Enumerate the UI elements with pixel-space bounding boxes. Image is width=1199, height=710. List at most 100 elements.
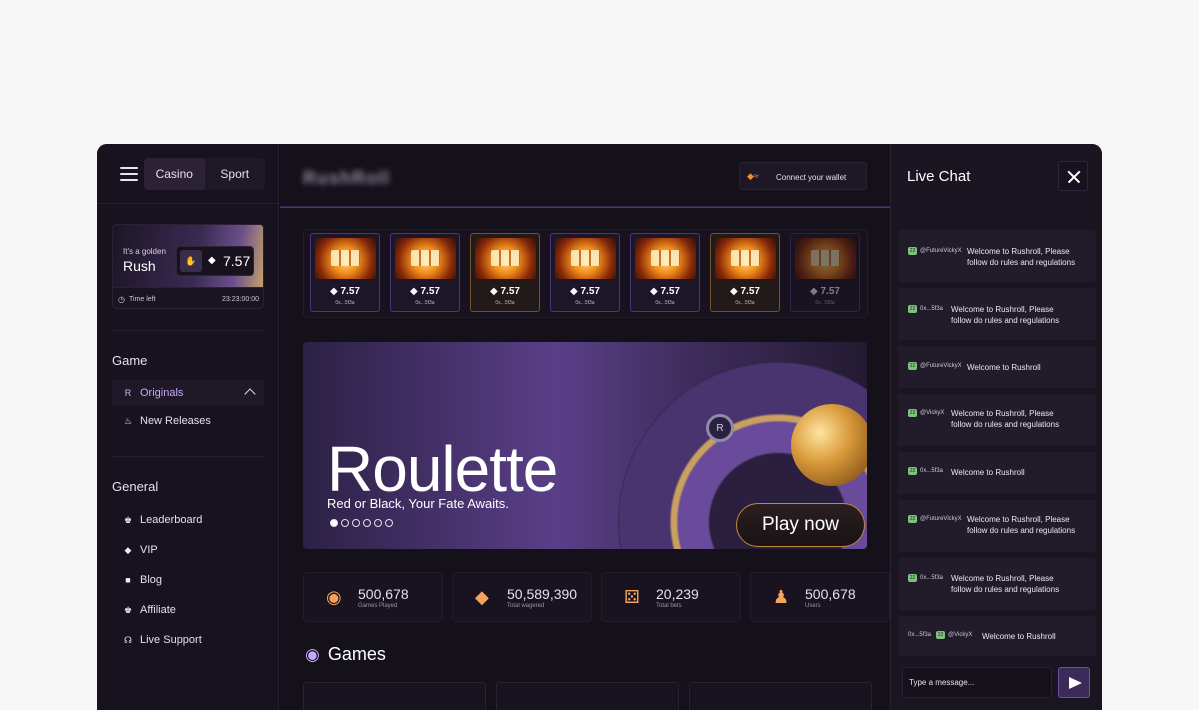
tab-sport[interactable]: Sport [205,158,266,190]
chat-message: 22 @FutureVickyX Welcome to Rushroll, Pl… [898,230,1096,282]
chat-username: @VickyX [920,410,945,416]
win-address: 0x...5f3a [335,300,355,306]
golden-rush-promo[interactable]: It's a golden Rush ✋ ◆ 7.57 ◷ Time left … [112,224,264,309]
game-card[interactable] [303,682,486,710]
promo-value: 7.57 [223,253,251,269]
time-left-value: 23:23:00:00 [222,296,259,303]
diamond-icon: ◆ [208,255,216,266]
clock-icon: ◷ [118,295,125,304]
play-now-button[interactable]: Play now [736,503,865,547]
sidebar-header: Casino Sport [97,144,278,204]
chat-username: 0x...5f3a [920,306,944,312]
live-chat-panel: Live Chat 22 @FutureVickyX Welcome to Ru… [890,144,1102,710]
win-value: ◆ 7.57 [490,286,520,297]
stat-card-total-wagered: ◆ 50,589,390 Total wagered [452,572,592,622]
connect-wallet-button[interactable]: ◆≈ Connect your wallet [739,162,867,190]
close-chat-button[interactable] [1058,161,1088,191]
chat-message: 0x...5f3a 22 @VickyX Welcome to Rushroll [898,616,1096,656]
chat-username: @FutureVickyX [920,516,962,522]
user-avatar-icon: 22 [908,362,917,370]
sidebar-item-new-releases[interactable]: ♨ New Releases [112,408,264,434]
chat-message: 22 @VickyX Welcome to Rushroll, Please f… [898,394,1096,446]
sidebar: Casino Sport It's a golden Rush ✋ ◆ 7.57… [97,144,279,710]
sidebar-item-originals[interactable]: R Originals [112,380,264,406]
mode-switch: Casino Sport [144,158,265,190]
slot-thumbnail [395,238,456,279]
chat-message: 22 @FutureVickyX Welcome to Rushroll [898,346,1096,388]
sidebar-item-blog[interactable]: ■ Blog [112,567,264,593]
chat-text: Welcome to Rushroll [967,363,1041,372]
carousel-dot[interactable] [341,519,349,527]
site-logo[interactable]: RushRoll [303,168,390,189]
sidebar-item-live-support[interactable]: ☊ Live Support [112,627,264,653]
promo-timer: ◷ Time left 23:23:00:00 [113,287,263,308]
hero-subtitle: Red or Black, Your Fate Awaits. [327,496,509,511]
chat-message: 22 0x...5f3a Welcome to Rushroll, Please… [898,288,1096,340]
golden-ball-image [791,404,867,486]
chat-message: 22 @FutureVickyX Welcome to Rushroll, Pl… [898,500,1096,552]
user-avatar-icon: 22 [908,305,917,313]
win-address: 0x...5f3a [735,300,755,306]
stat-value: 20,239 [656,586,699,602]
sidebar-item-affiliate[interactable]: ♚ Affiliate [112,597,264,623]
slot-thumbnail [795,238,856,279]
sidebar-item-label: Affiliate [140,604,176,616]
win-card[interactable]: ◆ 7.57 0x...5f3a [390,233,460,312]
chat-text: Welcome to Rushroll, Please follow do ru… [951,574,1060,594]
carousel-dot[interactable] [374,519,382,527]
user-avatar-icon: 22 [936,631,945,639]
games-title-label: Games [327,644,386,664]
carousel-dots [330,519,393,527]
chat-text: Welcome to Rushroll, Please follow do ru… [951,409,1060,429]
general-section-title: General [112,479,159,494]
win-address: 0x...5f3a [575,300,595,306]
win-card[interactable]: ◆ 7.57 0x...5f3a [310,233,380,312]
chat-text: Welcome to Rushroll [982,632,1056,641]
user-avatar-icon: 22 [908,574,917,582]
win-card[interactable]: ◆ 7.57 0x...5f3a [470,233,540,312]
sidebar-item-leaderboard[interactable]: ♚ Leaderboard [112,507,264,533]
game-card[interactable] [496,682,679,710]
chat-message: 22 0x...5f3a Welcome to Rushroll, Please… [898,558,1096,610]
chat-text: Welcome to Rushroll, Please follow do ru… [967,515,1076,535]
chat-username: @FutureVickyX [920,248,962,254]
menu-icon[interactable] [120,167,138,181]
dice-icon: ⚄ [624,587,640,607]
sidebar-item-vip[interactable]: ◆ VIP [112,537,264,563]
user-avatar-icon: 22 [908,515,917,523]
blog-icon: ■ [125,575,131,585]
leaderboard-icon: ♚ [123,514,133,525]
stat-value: 50,589,390 [507,586,578,602]
chat-text: Welcome to Rushroll, Please follow do ru… [951,305,1060,325]
win-card[interactable]: ◆ 7.57 0x...5f3a [710,233,780,312]
chat-message-input[interactable] [902,667,1052,698]
stat-card-total-bets: ⚄ 20,239 Total bets [601,572,741,622]
game-card[interactable] [689,682,872,710]
win-value: ◆ 7.57 [410,286,440,297]
user-avatar-icon: 22 [908,247,917,255]
roulette-hero-banner: R Roulette Red or Black, Your Fate Await… [303,342,867,549]
win-address: 0x...5f3a [815,300,835,306]
users-icon: ♟ [773,587,790,607]
carousel-dot[interactable] [385,519,393,527]
win-card[interactable]: ◆ 7.57 0x...5f3a [550,233,620,312]
chat-header: Live Chat [891,144,1102,207]
win-card[interactable]: ◆ 7.57 0x...5f3a [790,233,860,312]
win-value: ◆ 7.57 [650,286,680,297]
sidebar-item-label: New Releases [140,415,211,427]
stat-card-games-played: ◉ 500,678 Games Played [303,572,443,622]
win-value: ◆ 7.57 [570,286,600,297]
carousel-dot[interactable] [363,519,371,527]
stat-card-users: ♟ 500,678 Users [750,572,890,622]
chat-text: Welcome to Rushroll, Please follow do ru… [967,247,1076,267]
tab-casino[interactable]: Casino [144,158,205,190]
carousel-dot[interactable] [330,519,338,527]
win-card[interactable]: ◆ 7.57 0x...5f3a [630,233,700,312]
originals-icon: R [124,388,132,398]
promo-banner: It's a golden Rush ✋ ◆ 7.57 [113,225,263,287]
handshake-icon: ✋ [180,250,202,272]
carousel-dot[interactable] [352,519,360,527]
send-icon[interactable] [1058,667,1090,698]
chat-address: 0x...5f3a [908,632,932,638]
app-window: Casino Sport It's a golden Rush ✋ ◆ 7.57… [97,144,1102,710]
